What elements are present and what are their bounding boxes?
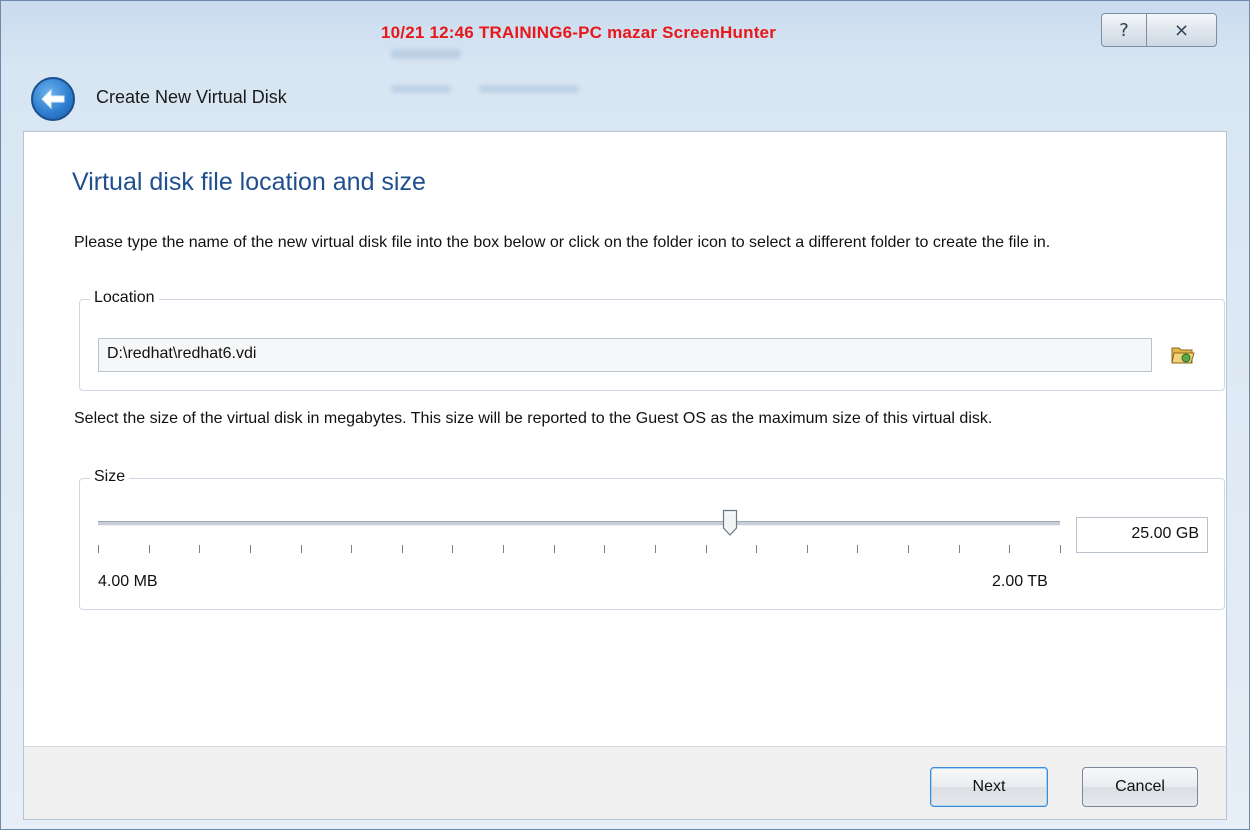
- slider-tick: [199, 545, 200, 553]
- help-icon: ?: [1119, 19, 1129, 41]
- next-button[interactable]: Next: [930, 767, 1048, 807]
- size-input[interactable]: 25.00 GB: [1076, 517, 1208, 553]
- slider-tick: [655, 545, 656, 553]
- background-ghost: [479, 85, 579, 93]
- location-group-label: Location: [90, 289, 159, 307]
- slider-tick: [959, 545, 960, 553]
- size-slider-track[interactable]: [98, 521, 1060, 526]
- close-button[interactable]: ⨯: [1147, 13, 1217, 47]
- help-button[interactable]: ?: [1101, 13, 1147, 47]
- cancel-button[interactable]: Cancel: [1082, 767, 1198, 807]
- close-icon: ⨯: [1173, 19, 1190, 41]
- back-arrow-icon: [41, 88, 65, 110]
- size-group-label: Size: [90, 468, 130, 486]
- slider-tick: [908, 545, 909, 553]
- slider-tick: [807, 545, 808, 553]
- slider-tick: [756, 545, 757, 553]
- slider-tick: [554, 545, 555, 553]
- size-group: Size 4.00 MB 2.00 TB 25.00 GB: [79, 468, 1225, 610]
- slider-tick: [706, 545, 707, 553]
- background-ghost: [391, 85, 451, 93]
- slider-tick: [301, 545, 302, 553]
- slider-tick: [857, 545, 858, 553]
- slider-tick: [503, 545, 504, 553]
- slider-tick: [351, 545, 352, 553]
- choose-folder-button[interactable]: [1168, 340, 1198, 370]
- slider-min-label: 4.00 MB: [98, 573, 158, 590]
- location-description: Please type the name of the new virtual …: [74, 234, 1051, 251]
- size-slider-ticks: [98, 545, 1061, 555]
- slider-tick: [402, 545, 403, 553]
- slider-tick: [1060, 545, 1061, 553]
- size-slider-thumb[interactable]: [722, 509, 738, 537]
- size-description: Select the size of the virtual disk in m…: [74, 410, 993, 427]
- background-ghost: [391, 49, 461, 59]
- wizard-title: Create New Virtual Disk: [96, 87, 287, 107]
- slider-tick: [149, 545, 150, 553]
- slider-tick: [1009, 545, 1010, 553]
- back-button[interactable]: [31, 77, 75, 121]
- wizard-window: 10/21 12:46 TRAINING6-PC mazar ScreenHun…: [0, 0, 1250, 830]
- location-input[interactable]: D:\redhat\redhat6.vdi: [98, 338, 1152, 372]
- slider-tick: [250, 545, 251, 553]
- wizard-page: Virtual disk file location and size Plea…: [23, 131, 1227, 746]
- location-group: Location D:\redhat\redhat6.vdi: [79, 289, 1225, 391]
- button-bar: Next Cancel: [23, 746, 1227, 820]
- slider-tick: [98, 545, 99, 553]
- slider-max-label: 2.00 TB: [992, 573, 1048, 590]
- slider-tick: [452, 545, 453, 553]
- slider-tick: [604, 545, 605, 553]
- page-title: Virtual disk file location and size: [72, 168, 426, 196]
- screenhunter-overlay: 10/21 12:46 TRAINING6-PC mazar ScreenHun…: [381, 23, 777, 42]
- folder-icon: [1171, 347, 1195, 364]
